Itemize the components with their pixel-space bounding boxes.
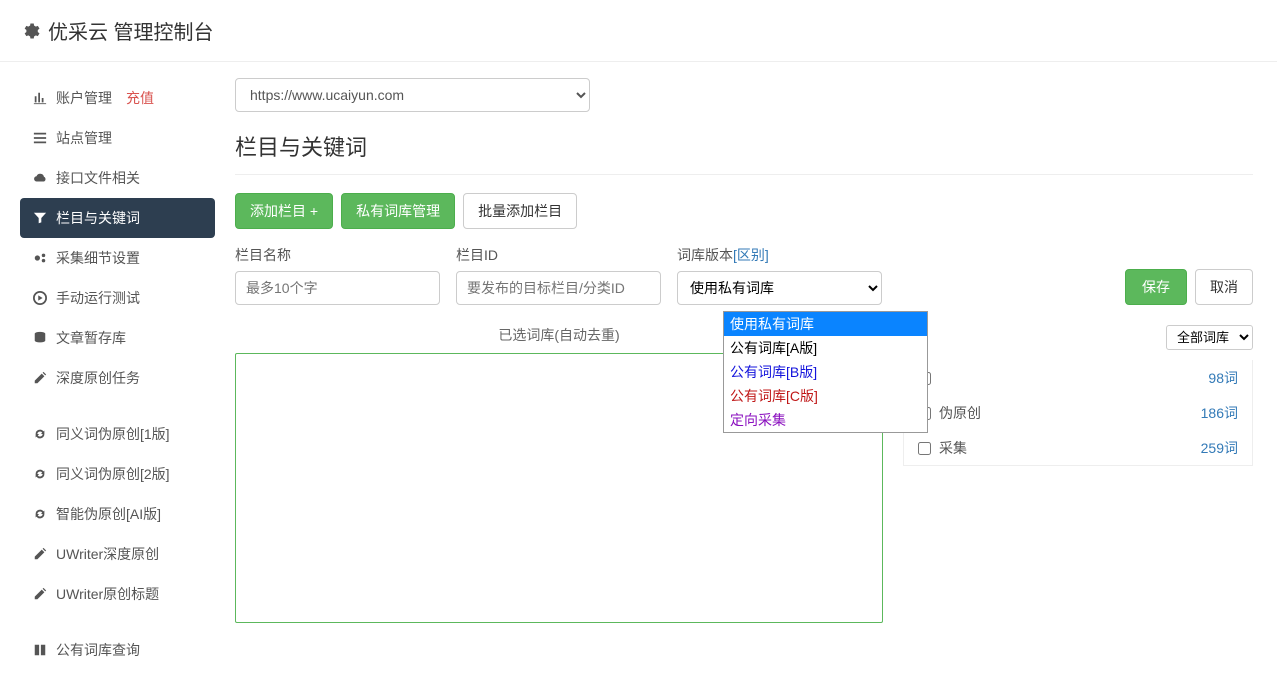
refresh-icon (32, 466, 48, 482)
dict-row-count[interactable]: 98词 (1208, 368, 1238, 388)
column-name-input[interactable] (235, 271, 440, 305)
sidebar-item-api-files[interactable]: 接口文件相关 (20, 158, 215, 198)
sidebar-item-label: 接口文件相关 (56, 168, 140, 188)
action-button-row: 添加栏目 + 私有词库管理 批量添加栏目 (235, 193, 1253, 229)
refresh-icon (32, 426, 48, 442)
cogs-icon (32, 250, 48, 266)
page-header: 优采云 管理控制台 (0, 0, 1277, 62)
refresh-icon (32, 506, 48, 522)
sidebar-item-label: 站点管理 (56, 128, 112, 148)
sidebar-item-synonym-v2[interactable]: 同义词伪原创[2版] (20, 454, 215, 494)
save-button[interactable]: 保存 (1125, 269, 1187, 305)
page-header-title: 优采云 管理控制台 (48, 16, 214, 45)
filter-icon (32, 210, 48, 226)
sidebar-item-account[interactable]: 账户管理 充值 (20, 78, 215, 118)
column-name-label: 栏目名称 (235, 245, 440, 265)
sidebar-item-collect-settings[interactable]: 采集细节设置 (20, 238, 215, 278)
sidebar-item-deep-tasks[interactable]: 深度原创任务 (20, 358, 215, 398)
dict-row-count[interactable]: 186词 (1201, 403, 1238, 423)
page-title: 栏目与关键词 (235, 130, 1253, 162)
private-dict-manage-button[interactable]: 私有词库管理 (341, 193, 455, 229)
sidebar-item-label: 公有词库查询 (56, 640, 140, 660)
dict-row-label: 伪原创 (939, 403, 981, 423)
sidebar-item-label: UWriter深度原创 (56, 544, 159, 564)
sidebar-item-uwriter-title[interactable]: UWriter原创标题 (20, 574, 215, 614)
dict-row[interactable]: 伪原创 186词 (904, 395, 1252, 430)
dict-row[interactable]: 98词 (904, 360, 1252, 395)
sidebar-item-public-dict-query[interactable]: 公有词库查询 (20, 630, 215, 670)
sidebar-item-label: 手动运行测试 (56, 288, 140, 308)
field-dict-version: 词库版本[区别] 使用私有词库 (677, 245, 882, 305)
column-id-label: 栏目ID (456, 245, 661, 265)
sidebar-item-label: 同义词伪原创[1版] (56, 424, 170, 444)
dict-filter-select[interactable]: 全部词库 (1166, 325, 1253, 350)
add-column-button[interactable]: 添加栏目 + (235, 193, 333, 229)
sidebar-item-article-store[interactable]: 文章暂存库 (20, 318, 215, 358)
chart-bar-icon (32, 90, 48, 106)
dict-row-count[interactable]: 259词 (1201, 438, 1238, 458)
book-icon (32, 642, 48, 658)
field-column-id: 栏目ID (456, 245, 661, 305)
cancel-button[interactable]: 取消 (1195, 269, 1253, 305)
sidebar-item-label: 智能伪原创[AI版] (56, 504, 161, 524)
sidebar-item-ai-pseudo[interactable]: 智能伪原创[AI版] (20, 494, 215, 534)
dict-list: 98词 伪原创 186词 采集 259词 (903, 360, 1253, 466)
dropdown-option[interactable]: 公有词库[C版] (724, 384, 927, 408)
site-url-select[interactable]: https://www.ucaiyun.com (235, 78, 590, 112)
database-icon (32, 330, 48, 346)
dropdown-option[interactable]: 定向采集 (724, 408, 927, 432)
edit-icon (32, 546, 48, 562)
edit-icon (32, 586, 48, 602)
dropdown-option[interactable]: 公有词库[A版] (724, 336, 927, 360)
gear-icon (20, 21, 40, 41)
dict-checkbox[interactable] (918, 442, 931, 455)
cloud-icon (32, 170, 48, 186)
sidebar-item-uwriter-deep[interactable]: UWriter深度原创 (20, 534, 215, 574)
available-dict-panel: 全部词库 98词 伪原创 186词 (903, 325, 1253, 623)
sidebar-item-label: 深度原创任务 (56, 368, 140, 388)
form-row: 栏目名称 栏目ID 词库版本[区别] 使用私有词库 保存 (235, 245, 1253, 305)
recharge-link[interactable]: 充值 (126, 88, 154, 108)
sidebar-item-label: 栏目与关键词 (56, 208, 140, 228)
edit-icon (32, 370, 48, 386)
sidebar-item-manual-run[interactable]: 手动运行测试 (20, 278, 215, 318)
field-column-name: 栏目名称 (235, 245, 440, 305)
play-circle-icon (32, 290, 48, 306)
list-icon (32, 130, 48, 146)
sidebar-item-label: 账户管理 (56, 88, 112, 108)
dropdown-option[interactable]: 公有词库[B版] (724, 360, 927, 384)
dropdown-option[interactable]: 使用私有词库 (724, 312, 927, 336)
sidebar-item-label: UWriter原创标题 (56, 584, 159, 604)
sidebar-item-label: 同义词伪原创[2版] (56, 464, 170, 484)
column-id-input[interactable] (456, 271, 661, 305)
diff-link[interactable]: [区别] (733, 247, 769, 263)
sidebar-item-label: 文章暂存库 (56, 328, 126, 348)
batch-add-button[interactable]: 批量添加栏目 (463, 193, 577, 229)
sidebar-item-synonym-v1[interactable]: 同义词伪原创[1版] (20, 414, 215, 454)
divider (235, 174, 1253, 175)
dict-version-label: 词库版本[区别] (677, 245, 882, 265)
dict-version-select[interactable]: 使用私有词库 (677, 271, 882, 305)
dict-row-label: 采集 (939, 438, 967, 458)
dict-version-dropdown[interactable]: 使用私有词库 公有词库[A版] 公有词库[B版] 公有词库[C版] 定向采集 (723, 311, 928, 433)
sidebar: 账户管理 充值 站点管理 接口文件相关 栏目与关键词 采集细节设置 手动运 (0, 70, 215, 678)
sidebar-item-columns-keywords[interactable]: 栏目与关键词 (20, 198, 215, 238)
sidebar-item-sites[interactable]: 站点管理 (20, 118, 215, 158)
dict-row[interactable]: 采集 259词 (904, 430, 1252, 465)
sidebar-item-label: 采集细节设置 (56, 248, 140, 268)
